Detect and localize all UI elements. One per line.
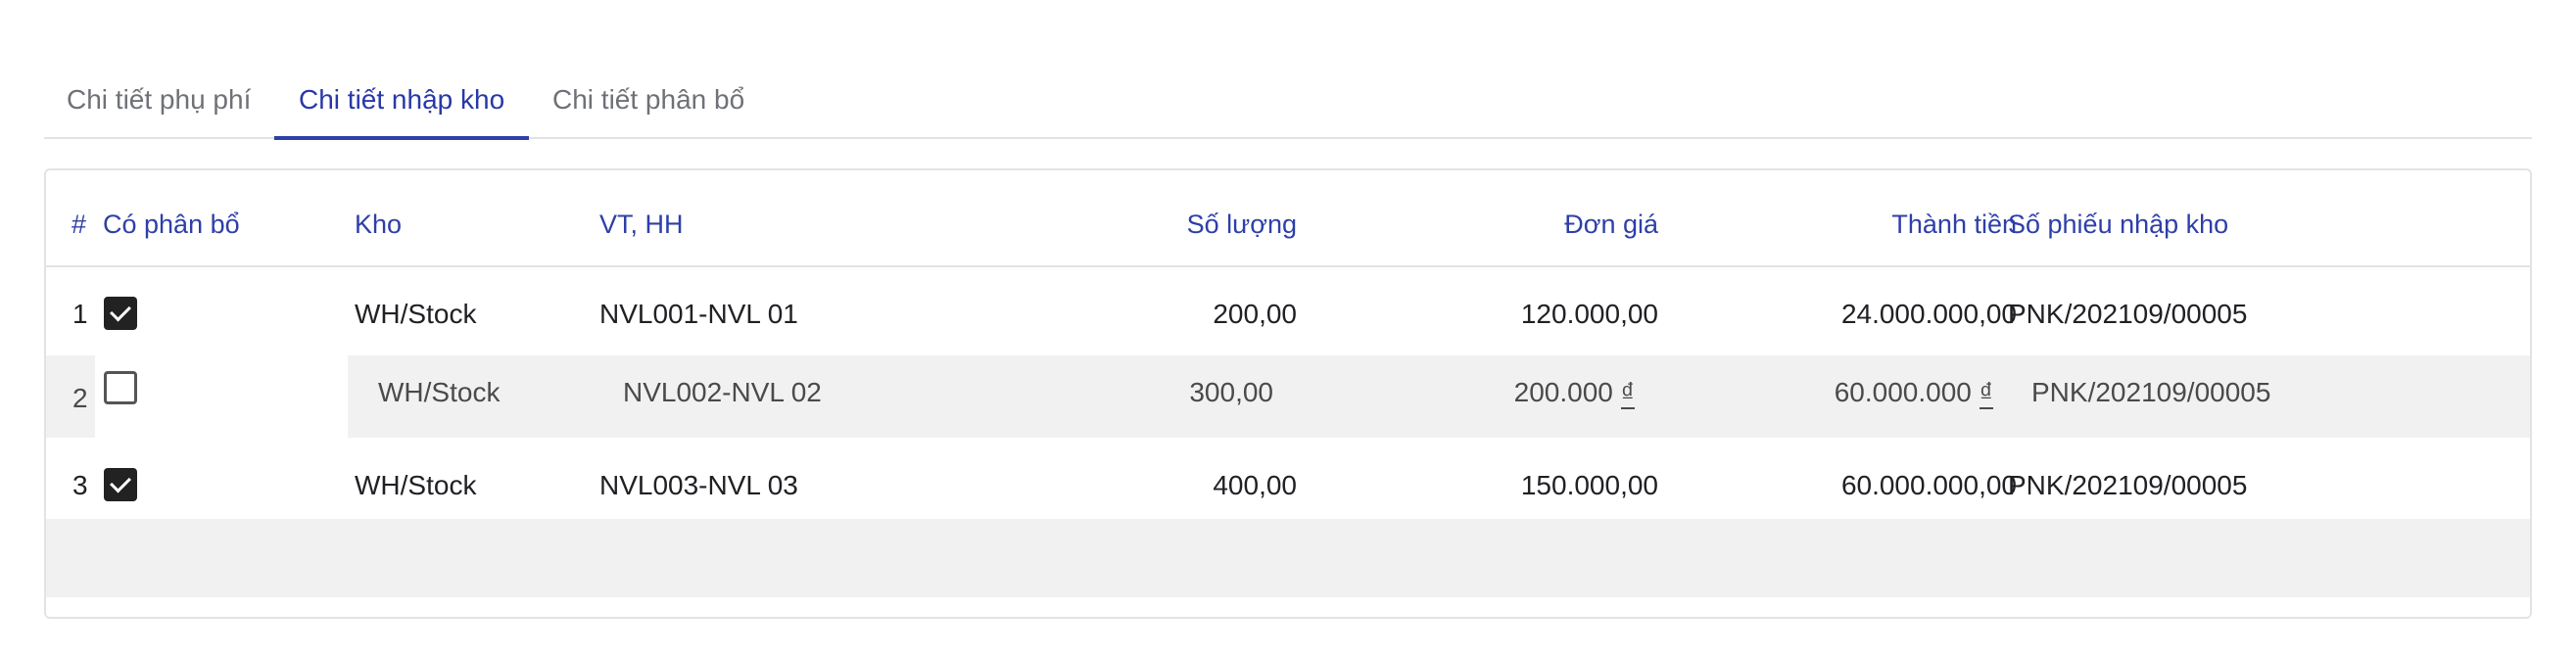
amount-cell[interactable]: 60.000.000 ₫ (1834, 377, 1993, 409)
unit-price-value: 200.000 (1513, 377, 1613, 407)
warehouse-cell: WH/Stock (355, 299, 477, 329)
unit-price-cell: 150.000,00 (1520, 470, 1658, 500)
warehouse-cell: WH/Stock (355, 470, 477, 500)
table-row[interactable]: 2 WH/Stock NVL002-NVL 02 300,00 200.000 … (46, 355, 2530, 438)
receipt-no-cell: PNK/202109/00005 (2008, 470, 2248, 500)
column-header-quantity: Số lượng (1186, 210, 1297, 239)
row-index: 2 (72, 383, 88, 413)
quantity-cell: 400,00 (1213, 470, 1297, 500)
tab-chi-tiet-nhap-kho[interactable]: Chi tiết nhập kho (273, 57, 530, 140)
unit-price-cell[interactable]: 200.000 ₫ (1513, 377, 1635, 409)
row-index: 1 (72, 299, 88, 329)
column-header-amount: Thành tiền (1891, 210, 2017, 239)
row-index: 3 (72, 470, 88, 500)
column-header-warehouse: Kho (355, 210, 403, 239)
item-cell: NVL003-NVL 03 (599, 470, 798, 500)
column-header-unit-price: Đơn giá (1564, 210, 1658, 239)
receipt-detail-table: # Có phân bổ Kho VT, HH Số lượng Đơn giá… (44, 168, 2532, 619)
receipt-no-cell[interactable]: PNK/202109/00005 (2031, 377, 2270, 408)
amount-cell: 24.000.000,00 (1840, 299, 2017, 329)
quantity-cell[interactable]: 300,00 (1189, 377, 1273, 408)
tab-chi-tiet-phan-bo[interactable]: Chi tiết phân bổ (552, 57, 744, 137)
currency-symbol: ₫ (1979, 377, 1993, 409)
item-cell: NVL001-NVL 01 (599, 299, 798, 329)
column-header-item: VT, HH (599, 210, 684, 239)
add-row-area[interactable] (46, 519, 2530, 597)
tab-chi-tiet-phu-phi[interactable]: Chi tiết phụ phí (67, 57, 251, 137)
currency-symbol: ₫ (1620, 377, 1635, 409)
receipt-no-cell: PNK/202109/00005 (2008, 299, 2248, 329)
unit-price-cell: 120.000,00 (1520, 299, 1658, 329)
amount-cell: 60.000.000,00 (1840, 470, 2017, 500)
table-row[interactable]: 1 WH/Stock NVL001-NVL 01 200,00 120.000,… (46, 266, 2530, 348)
table-header: # Có phân bổ Kho VT, HH Số lượng Đơn giá… (46, 170, 2530, 267)
amount-value: 60.000.000 (1834, 377, 1972, 407)
checkbox-unchecked-icon[interactable] (104, 371, 137, 404)
tab-bar: Chi tiết phụ phí Chi tiết nhập kho Chi t… (44, 57, 2532, 140)
column-header-receipt-no: Số phiếu nhập kho (2008, 210, 2229, 239)
checkbox-checked-icon[interactable] (104, 468, 137, 501)
column-header-allocated: Có phân bổ (103, 210, 240, 239)
checkbox-checked-icon[interactable] (104, 297, 137, 330)
warehouse-cell[interactable]: WH/Stock (378, 377, 500, 408)
quantity-cell: 200,00 (1213, 299, 1297, 329)
column-header-index: # (72, 210, 87, 239)
item-cell[interactable]: NVL002-NVL 02 (623, 377, 822, 408)
table-row[interactable]: 3 WH/Stock NVL003-NVL 03 400,00 150.000,… (46, 438, 2530, 519)
